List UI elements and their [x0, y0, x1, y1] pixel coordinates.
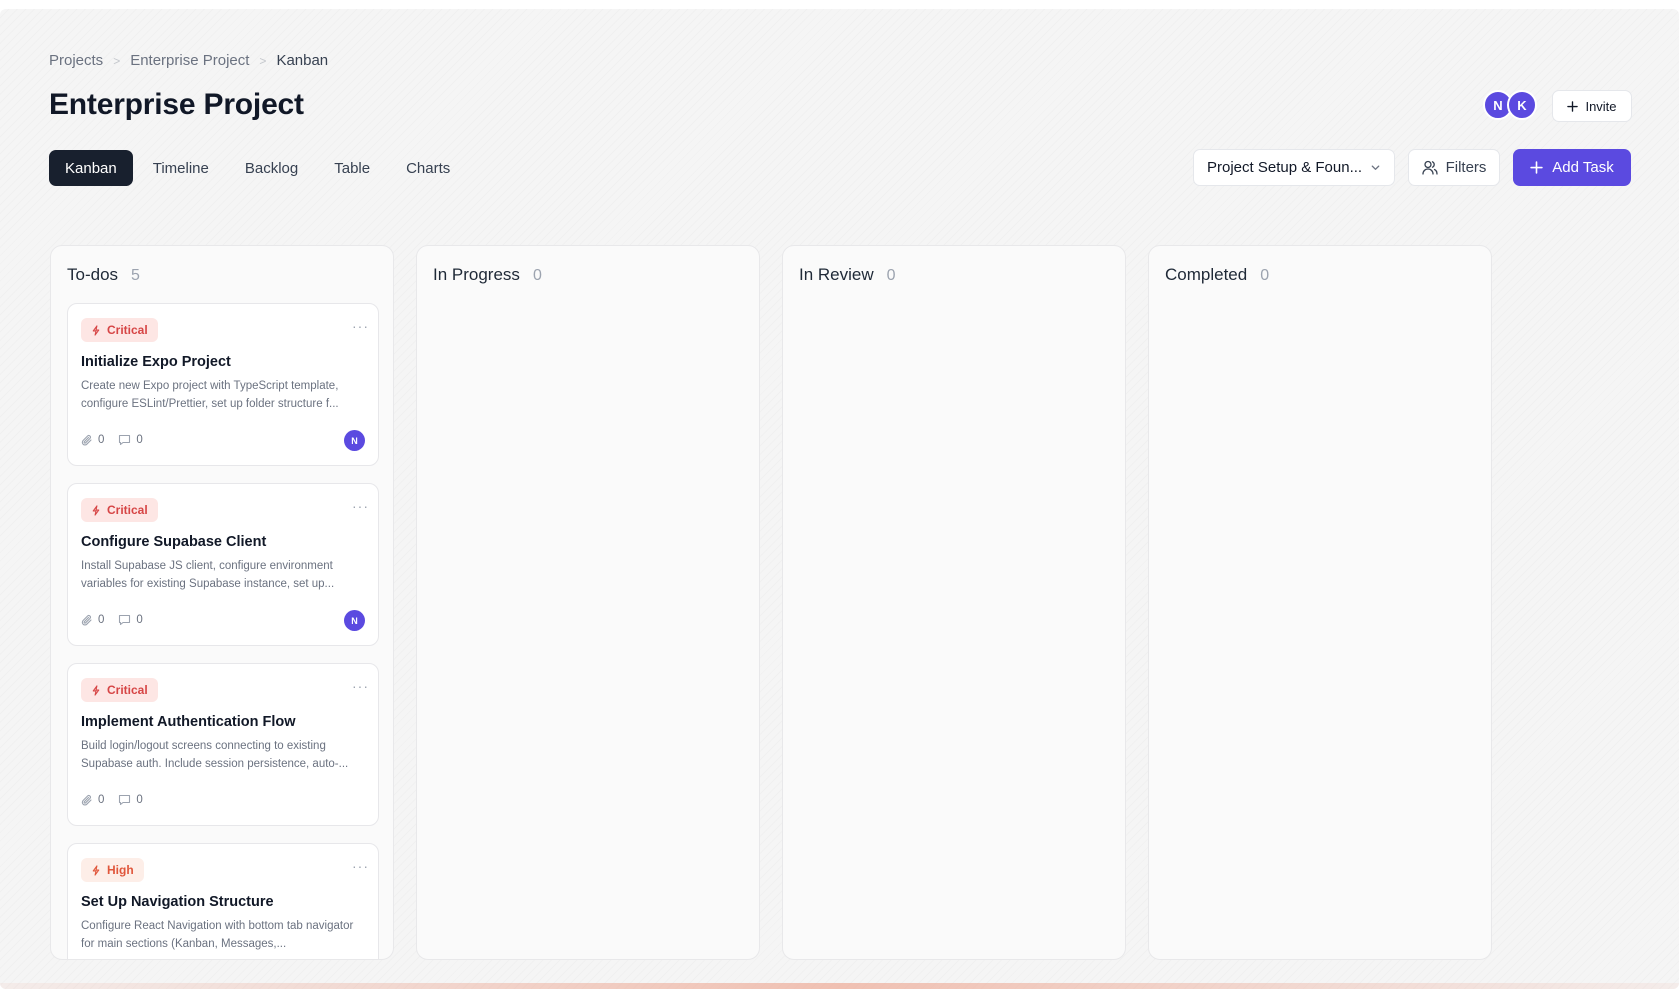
- attachment-count-value: 0: [98, 794, 105, 806]
- column-completed[interactable]: Completed 0: [1148, 245, 1492, 960]
- column-header: To-dos 5: [67, 265, 140, 285]
- more-icon[interactable]: ···: [352, 678, 369, 694]
- page-title: Enterprise Project: [49, 88, 304, 121]
- plus-icon: [1530, 161, 1544, 174]
- column-in-progress[interactable]: In Progress 0: [416, 245, 760, 960]
- card-title: Set Up Navigation Structure: [81, 894, 274, 910]
- comment-count: 0: [118, 434, 143, 446]
- app-frame: Projects > Enterprise Project > Kanban E…: [0, 9, 1679, 989]
- plus-icon: [1567, 100, 1579, 112]
- comment-count-value: 0: [136, 794, 143, 806]
- tab-backlog[interactable]: Backlog: [229, 150, 314, 186]
- attachment-count-value: 0: [98, 614, 105, 626]
- comment-count: 0: [118, 794, 143, 806]
- priority-badge: High: [81, 858, 144, 882]
- more-icon[interactable]: ···: [352, 318, 369, 334]
- column-header: Completed 0: [1165, 265, 1269, 285]
- column-title: In Progress: [433, 265, 520, 284]
- bottom-edge-glow: [0, 983, 1679, 989]
- filters-button[interactable]: Filters: [1408, 149, 1500, 186]
- task-card[interactable]: Critical ··· Initialize Expo Project Cre…: [67, 303, 379, 466]
- bolt-icon: [92, 864, 100, 876]
- view-tabs: Kanban Timeline Backlog Table Charts: [49, 150, 470, 186]
- card-title: Configure Supabase Client: [81, 534, 267, 550]
- task-card[interactable]: Critical ··· Configure Supabase Client I…: [67, 483, 379, 646]
- paperclip-icon: [81, 434, 92, 445]
- attachment-count: 0: [81, 614, 104, 627]
- column-count: 5: [131, 267, 140, 284]
- kanban-board: To-dos 5 Critical ··· Initialize Expo Pr…: [50, 245, 1492, 960]
- priority-label: Critical: [107, 683, 148, 697]
- card-description: Install Supabase JS client, configure en…: [81, 560, 335, 590]
- bolt-icon: [92, 324, 100, 336]
- tab-charts[interactable]: Charts: [390, 150, 466, 186]
- column-header: In Progress 0: [433, 265, 542, 285]
- column-count: 0: [532, 267, 542, 284]
- users-icon: [1421, 160, 1438, 175]
- breadcrumb-kanban: Kanban: [276, 52, 329, 69]
- card-footer: 0 0: [81, 429, 365, 451]
- column-header: In Review 0: [799, 265, 896, 285]
- card-description: Build login/logout screens connecting to…: [81, 740, 349, 770]
- chevron-down-icon: [1371, 165, 1380, 170]
- breadcrumb: Projects > Enterprise Project > Kanban: [49, 52, 328, 69]
- comment-icon: [119, 614, 131, 626]
- comment-icon: [119, 434, 131, 446]
- column-title: Completed: [1165, 265, 1248, 284]
- column-count: 0: [1260, 267, 1270, 284]
- tab-timeline[interactable]: Timeline: [137, 150, 225, 186]
- assignee-avatar[interactable]: N: [344, 610, 365, 631]
- avatar[interactable]: K: [1507, 90, 1537, 120]
- priority-badge: Critical: [81, 498, 158, 522]
- card-description: Configure React Navigation with bottom t…: [81, 920, 354, 950]
- column-title: To-dos: [67, 265, 119, 284]
- column-todos[interactable]: To-dos 5 Critical ··· Initialize Expo Pr…: [50, 245, 394, 960]
- card-list: Critical ··· Initialize Expo Project Cre…: [67, 303, 379, 959]
- priority-badge: Critical: [81, 318, 158, 342]
- column-in-review[interactable]: In Review 0: [782, 245, 1126, 960]
- invite-button[interactable]: Invite: [1552, 90, 1632, 122]
- breadcrumb-projects[interactable]: Projects: [49, 52, 103, 69]
- task-card[interactable]: High ··· Set Up Navigation Structure Con…: [67, 843, 379, 959]
- priority-label: High: [107, 863, 134, 877]
- tab-kanban[interactable]: Kanban: [49, 150, 133, 186]
- comment-count-value: 0: [136, 614, 143, 626]
- card-title: Initialize Expo Project: [81, 354, 231, 370]
- more-icon[interactable]: ···: [352, 498, 369, 514]
- milestone-select-value: Project Setup & Foun...: [1207, 159, 1363, 176]
- milestone-select[interactable]: Project Setup & Foun...: [1193, 149, 1395, 186]
- filters-label: Filters: [1445, 159, 1487, 176]
- add-task-label: Add Task: [1552, 159, 1614, 176]
- paperclip-icon: [81, 614, 92, 625]
- more-icon[interactable]: ···: [352, 858, 369, 874]
- card-description: Create new Expo project with TypeScript …: [81, 380, 339, 410]
- priority-label: Critical: [107, 323, 148, 337]
- bolt-icon: [92, 684, 100, 696]
- member-avatars[interactable]: N K: [1483, 90, 1537, 120]
- attachment-count-value: 0: [98, 434, 105, 446]
- comment-count-value: 0: [136, 434, 143, 446]
- breadcrumb-enterprise-project[interactable]: Enterprise Project: [130, 52, 249, 69]
- toolbar: Project Setup & Foun... Filters Add Task: [1193, 149, 1631, 186]
- comment-icon: [119, 794, 131, 806]
- priority-badge: Critical: [81, 678, 158, 702]
- bolt-icon: [92, 504, 100, 516]
- column-title: In Review: [799, 265, 874, 284]
- task-card[interactable]: Critical ··· Implement Authentication Fl…: [67, 663, 379, 826]
- paperclip-icon: [81, 794, 92, 805]
- attachment-count: 0: [81, 434, 104, 447]
- priority-label: Critical: [107, 503, 148, 517]
- card-footer: 0 0: [81, 609, 365, 631]
- invite-label: Invite: [1585, 98, 1617, 114]
- comment-count: 0: [118, 614, 143, 626]
- breadcrumb-separator: >: [113, 53, 121, 68]
- attachment-count: 0: [81, 794, 104, 807]
- card-footer: 0 0: [81, 789, 365, 811]
- add-task-button[interactable]: Add Task: [1513, 149, 1631, 186]
- breadcrumb-separator: >: [259, 53, 267, 68]
- column-count: 0: [886, 267, 896, 284]
- tab-table[interactable]: Table: [318, 150, 386, 186]
- assignee-avatar[interactable]: N: [344, 430, 365, 451]
- card-title: Implement Authentication Flow: [81, 714, 296, 730]
